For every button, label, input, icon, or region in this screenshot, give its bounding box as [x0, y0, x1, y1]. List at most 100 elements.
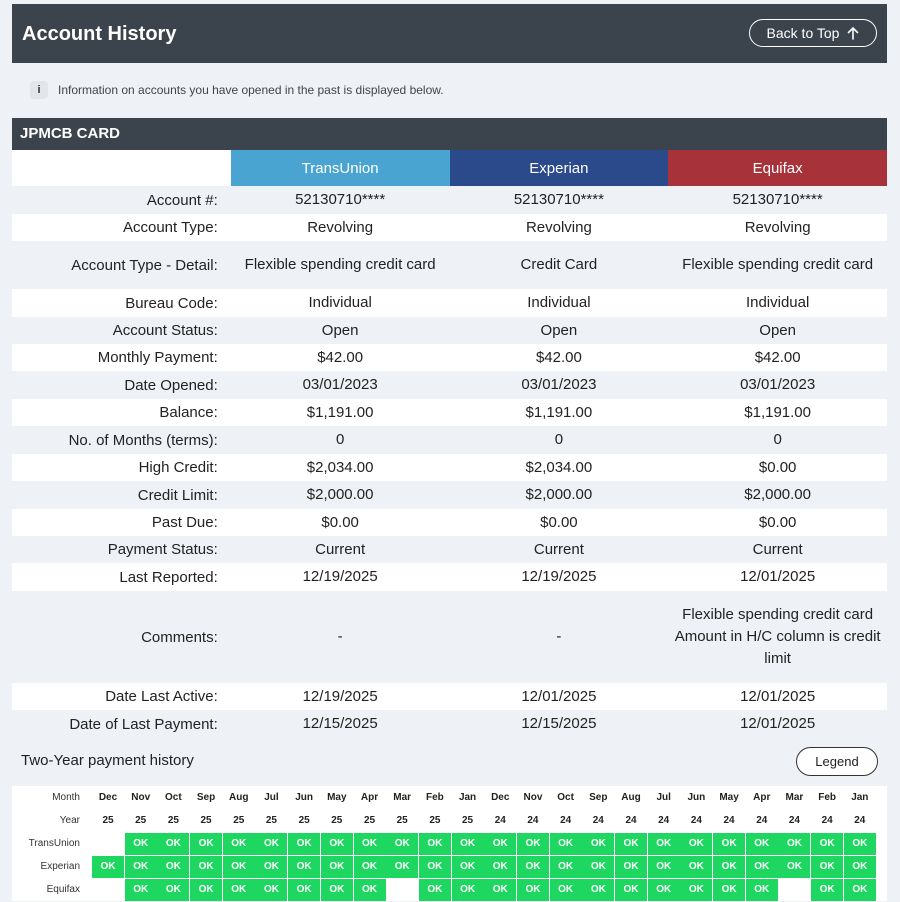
status-cell	[778, 879, 810, 901]
account-details-table: Account #: 52130710**** 52130710**** 521307…	[12, 186, 887, 738]
status-cell: OK	[451, 878, 484, 901]
detail-label: Balance:	[159, 404, 218, 421]
info-text: Information on accounts you have opened …	[58, 83, 444, 97]
status-cell	[92, 833, 124, 855]
header-cell: 25	[363, 815, 376, 826]
status-cell: OK	[615, 878, 647, 901]
header-cell: Nov	[131, 792, 151, 803]
detail-value: $2,034.00	[306, 458, 374, 476]
detail-value: Individual	[527, 294, 591, 311]
bureau-header: TransUnion Experian Equifax	[12, 150, 887, 186]
account-name: JPMCB CARD	[12, 118, 887, 150]
detail-row: No. of Months (terms): 0 0 0	[12, 426, 887, 454]
header-cell: Jul	[656, 792, 671, 803]
status-cell: OK	[190, 878, 223, 901]
status-cell: OK	[811, 878, 844, 901]
detail-row: Account #: 52130710**** 52130710**** 521307…	[12, 186, 887, 214]
status-cell: OK	[647, 878, 680, 901]
header-cell: 25	[200, 815, 212, 826]
history-row-transunion: TransUnion OK OK OK OK OK OK OK OK OK OK OK OK OK OK OK…	[12, 832, 887, 855]
detail-value: 12/19/2025	[302, 687, 378, 705]
header-cell: Mar	[785, 792, 804, 803]
status-cell: OK	[582, 855, 615, 878]
detail-label: Date of Last Payment:	[69, 715, 218, 733]
page-header: Account History Back to Top	[12, 4, 887, 63]
legend-button[interactable]: Legend	[796, 747, 878, 776]
detail-row: Account Status: Open Open Open	[12, 317, 887, 344]
detail-label: No. of Months (terms):	[68, 431, 218, 449]
history-row-label: Month	[52, 792, 80, 803]
header-cell: 25	[396, 815, 408, 826]
header-cell: 24	[854, 815, 866, 826]
payment-history-grid: Month Dec Nov Oct Sep Aug Jul Jun May Apr Mar Feb Ja…	[12, 786, 887, 901]
status-cell: OK	[647, 855, 680, 878]
detail-value: Revolving	[744, 218, 811, 236]
status-cell: OK	[680, 832, 713, 855]
detail-value: $0.00	[758, 513, 797, 531]
detail-label: Account Type:	[122, 219, 218, 236]
detail-label: Monthly Payment:	[97, 349, 218, 366]
detail-label: Date Opened:	[124, 376, 218, 394]
status-cell: OK	[320, 832, 353, 855]
status-cell: OK	[353, 878, 386, 901]
info-message: i Information on accounts you have opene…	[30, 80, 444, 100]
detail-label: Account #:	[146, 191, 218, 209]
detail-value: Current	[533, 540, 584, 558]
detail-label: Past Due:	[151, 514, 218, 531]
status-cell: OK	[353, 855, 386, 878]
history-row-experian: Experian OK OK OK OK OK OK OK OK OK OK OK OK OK OK OK OK…	[12, 855, 887, 878]
status-cell: OK	[680, 855, 713, 878]
status-cell: OK	[615, 832, 647, 855]
detail-value: $0.00	[321, 513, 359, 531]
history-row-label: Year	[59, 815, 80, 826]
detail-value: 0	[554, 431, 564, 448]
status-cell: OK	[745, 855, 778, 878]
header-cell: Dec	[98, 792, 118, 803]
detail-value: 12/01/2025	[740, 687, 816, 705]
status-cell: OK	[549, 878, 582, 901]
detail-value: 52130710****	[732, 191, 823, 208]
detail-value: 03/01/2023	[740, 376, 816, 393]
header-cell: Jun	[295, 792, 314, 803]
detail-label: Comments:	[141, 628, 218, 646]
detail-row: Date Last Active: 12/19/2025 12/01/2025 12/…	[12, 683, 887, 710]
detail-row: Date Opened: 03/01/2023 03/01/2023 03/01/20…	[12, 371, 887, 399]
header-cell: 24	[788, 815, 800, 826]
detail-row: Monthly Payment: $42.00 $42.00 $42.00	[12, 344, 887, 371]
detail-value: $2,000.00	[306, 486, 374, 503]
status-cell: OK	[255, 878, 288, 901]
detail-value: Current	[752, 540, 803, 558]
header-cell: 24	[658, 815, 670, 826]
detail-value: $2,034.00	[525, 458, 593, 476]
status-cell: OK	[157, 855, 190, 878]
detail-row: Date of Last Payment: 12/15/2025 12/15/202…	[12, 710, 887, 738]
status-cell: OK	[320, 855, 353, 878]
status-cell	[386, 879, 418, 901]
info-icon: i	[30, 81, 48, 99]
status-cell: OK	[484, 878, 517, 901]
detail-row: Account Type - Detail: Flexible spending …	[12, 241, 887, 289]
status-cell: OK	[811, 855, 844, 878]
page-title: Account History	[22, 23, 177, 45]
header-cell: Oct	[557, 792, 574, 803]
detail-value: 52130710****	[295, 191, 386, 208]
detail-label: High Credit:	[138, 459, 218, 476]
detail-value: 12/15/2025	[302, 715, 378, 732]
header-cell: Jan	[851, 792, 869, 803]
header-cell: 24	[690, 815, 702, 826]
detail-label: Account Status:	[112, 322, 218, 339]
payment-history-title: Two-Year payment history	[21, 752, 194, 769]
detail-value: Flexible spending credit card	[682, 256, 874, 273]
header-cell: Feb	[425, 792, 444, 803]
status-cell: OK	[124, 832, 157, 855]
header-cell: 24	[756, 815, 768, 826]
header-cell: Jan	[458, 792, 477, 803]
history-month-row: Month Dec Nov Oct Sep Aug Jul Jun May Apr Mar Feb Ja…	[12, 786, 887, 809]
detail-value: $42.00	[535, 348, 582, 366]
back-to-top-button[interactable]: Back to Top	[749, 19, 877, 47]
header-cell: 24	[527, 815, 539, 826]
detail-value: Current	[315, 540, 366, 558]
status-cell: OK	[582, 878, 615, 901]
detail-value: Open	[759, 321, 796, 339]
status-cell: OK	[386, 855, 419, 878]
